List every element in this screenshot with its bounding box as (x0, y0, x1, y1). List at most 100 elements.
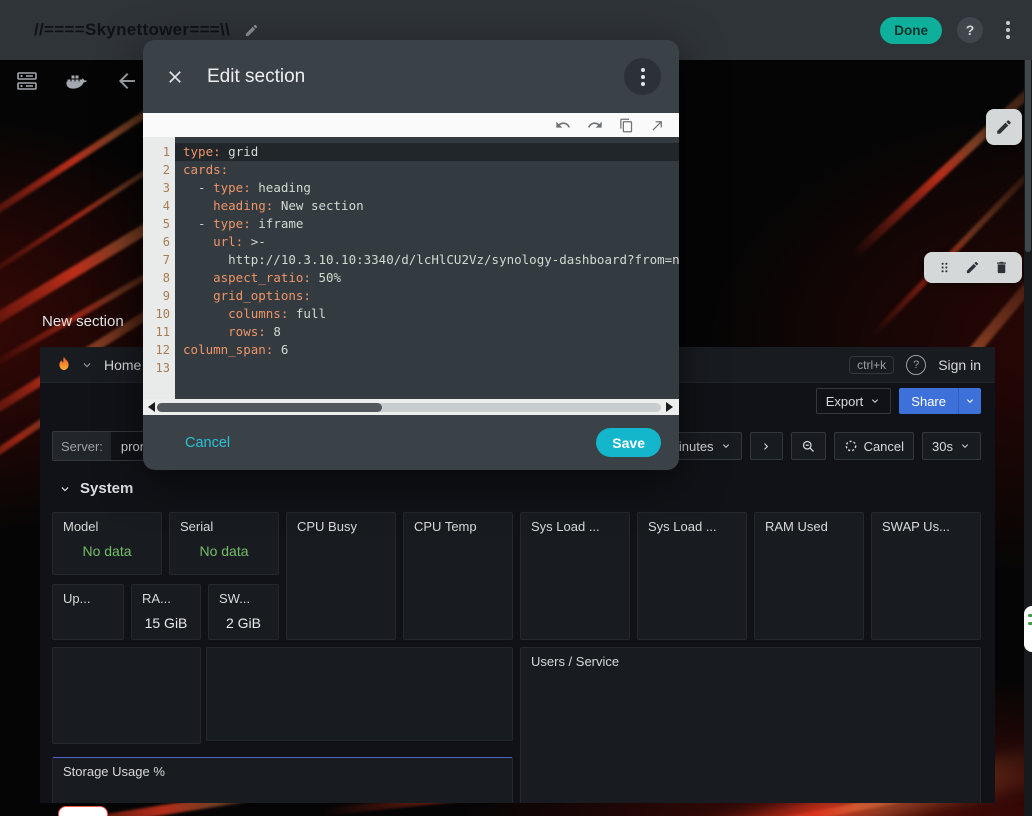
clipped-widget-right[interactable] (1024, 606, 1032, 652)
help-button[interactable]: ? (957, 17, 983, 43)
code-line: grid_options: (183, 287, 679, 305)
code-line: type: grid (183, 143, 679, 161)
refresh-interval-select[interactable]: 30s (922, 432, 981, 460)
dashboard-title: //====Skynettower===\\ (34, 20, 230, 40)
close-icon[interactable] (165, 67, 185, 87)
chevron-right-icon (760, 440, 773, 453)
redo-icon[interactable] (587, 117, 603, 133)
screen: Home ctrl+k ? Sign in Export Share (0, 0, 1032, 816)
breadcrumb-home[interactable]: Home (104, 357, 141, 373)
code-line: column_span: 6 (183, 341, 679, 359)
line-number: 5 (143, 215, 175, 233)
panel-no-data: No data (63, 543, 151, 559)
tab-back-arrow-icon[interactable] (114, 68, 140, 94)
panel-title[interactable]: RA... (142, 591, 190, 606)
open-fullscreen-icon[interactable] (650, 118, 665, 133)
code-line: http://10.3.10.10:3340/d/lcHlCU2Vz/synol… (183, 251, 679, 269)
share-caret[interactable] (958, 388, 981, 414)
chevron-down-icon (959, 440, 971, 452)
page-scrollbar[interactable] (1024, 0, 1032, 816)
export-button[interactable]: Export (816, 388, 892, 414)
edit-section-dialog: Edit section 1 2 3 4 5 6 (143, 40, 679, 470)
panel-title[interactable]: Up... (63, 591, 113, 606)
grafana-logo-icon[interactable] (54, 355, 74, 375)
zoom-out-button[interactable] (791, 432, 826, 460)
drag-handle-icon[interactable] (937, 260, 952, 275)
chevron-down-icon[interactable] (80, 358, 94, 372)
scroll-left-arrow[interactable] (148, 402, 155, 412)
editor-horizontal-scrollbar[interactable] (143, 399, 679, 415)
grafana-panel: Up... (52, 584, 124, 640)
line-number: 4 (143, 197, 175, 215)
code-line: cards: (183, 161, 679, 179)
code-line: rows: 8 (183, 323, 679, 341)
time-shift-forward-button[interactable] (750, 432, 783, 460)
cancel-button[interactable]: Cancel (179, 434, 236, 452)
section-heading: New section (42, 313, 124, 330)
done-button[interactable]: Done (880, 17, 942, 44)
refresh-cancel-button[interactable]: Cancel (834, 432, 914, 460)
line-number: 2 (143, 161, 175, 179)
panel-value: 15 GiB (142, 615, 190, 631)
panel-title[interactable]: Storage Usage % (63, 764, 502, 779)
editor-gutter: 1 2 3 4 5 6 7 8 9 10 11 12 13 (143, 137, 175, 399)
grafana-panel (52, 647, 201, 744)
row-toggle-system[interactable]: System (58, 480, 133, 497)
page-scrollbar-thumb[interactable] (1025, 52, 1031, 252)
grafana-help-icon[interactable]: ? (906, 355, 926, 375)
overflow-menu-button[interactable] (998, 21, 1018, 39)
line-number: 3 (143, 179, 175, 197)
panel-value: 2 GiB (219, 615, 268, 631)
grafana-panel: Sys Load ... (637, 512, 747, 640)
line-number: 9 (143, 287, 175, 305)
zoom-out-icon (801, 439, 816, 454)
panel-title[interactable]: SW... (219, 591, 268, 606)
line-number: 6 (143, 233, 175, 251)
chevron-down-icon (720, 440, 732, 452)
line-number: 10 (143, 305, 175, 323)
clipped-widget-bottom[interactable] (58, 806, 108, 816)
scroll-right-arrow[interactable] (666, 402, 673, 412)
grafana-panel: RA... 15 GiB (131, 584, 201, 640)
share-button[interactable]: Share (899, 388, 981, 414)
panel-title[interactable]: Sys Load ... (531, 519, 619, 534)
scrollbar-thumb[interactable] (157, 403, 382, 412)
chevron-down-icon (58, 482, 72, 496)
grafana-panel: CPU Busy (286, 512, 396, 640)
undo-icon[interactable] (555, 117, 571, 133)
scrollbar-track[interactable] (157, 403, 661, 412)
edit-card-pencil-icon[interactable] (965, 260, 980, 275)
grafana-panel: Sys Load ... (520, 512, 630, 640)
code-line: url: >- (183, 233, 679, 251)
panel-title[interactable]: SWAP Us... (882, 519, 970, 534)
grafana-panel: SW... 2 GiB (208, 584, 279, 640)
tab-server-rack-icon[interactable] (14, 68, 40, 94)
panel-title[interactable]: RAM Used (765, 519, 853, 534)
panel-title[interactable]: CPU Busy (297, 519, 385, 534)
dialog-footer: Cancel Save (143, 415, 679, 470)
code-line: columns: full (183, 305, 679, 323)
tab-docker-icon[interactable] (64, 68, 90, 94)
sign-in-button[interactable]: Sign in (938, 357, 981, 373)
panel-title[interactable]: Sys Load ... (648, 519, 736, 534)
dialog-menu-button[interactable] (624, 58, 661, 95)
grafana-panel: Users / Service (520, 647, 981, 803)
line-number: 1 (143, 143, 175, 161)
pencil-icon (995, 118, 1013, 136)
panel-title[interactable]: CPU Temp (414, 519, 502, 534)
copy-icon[interactable] (619, 118, 634, 133)
panel-title[interactable]: Users / Service (531, 654, 970, 669)
save-button[interactable]: Save (596, 428, 661, 457)
editor-toolbar (143, 113, 679, 137)
delete-card-trash-icon[interactable] (994, 260, 1009, 275)
yaml-editor-input[interactable]: type: grid cards: - type: heading headin… (175, 137, 679, 399)
yaml-editor-body: 1 2 3 4 5 6 7 8 9 10 11 12 13 type: grid… (143, 137, 679, 399)
code-line: aspect_ratio: 50% (183, 269, 679, 287)
line-number: 8 (143, 269, 175, 287)
search-shortcut-badge[interactable]: ctrl+k (849, 356, 894, 374)
grafana-panel: Model No data (52, 512, 162, 575)
panel-title[interactable]: Serial (180, 519, 268, 534)
panel-title[interactable]: Model (63, 519, 151, 534)
edit-title-icon[interactable] (244, 23, 259, 38)
edit-section-button[interactable] (986, 109, 1022, 145)
